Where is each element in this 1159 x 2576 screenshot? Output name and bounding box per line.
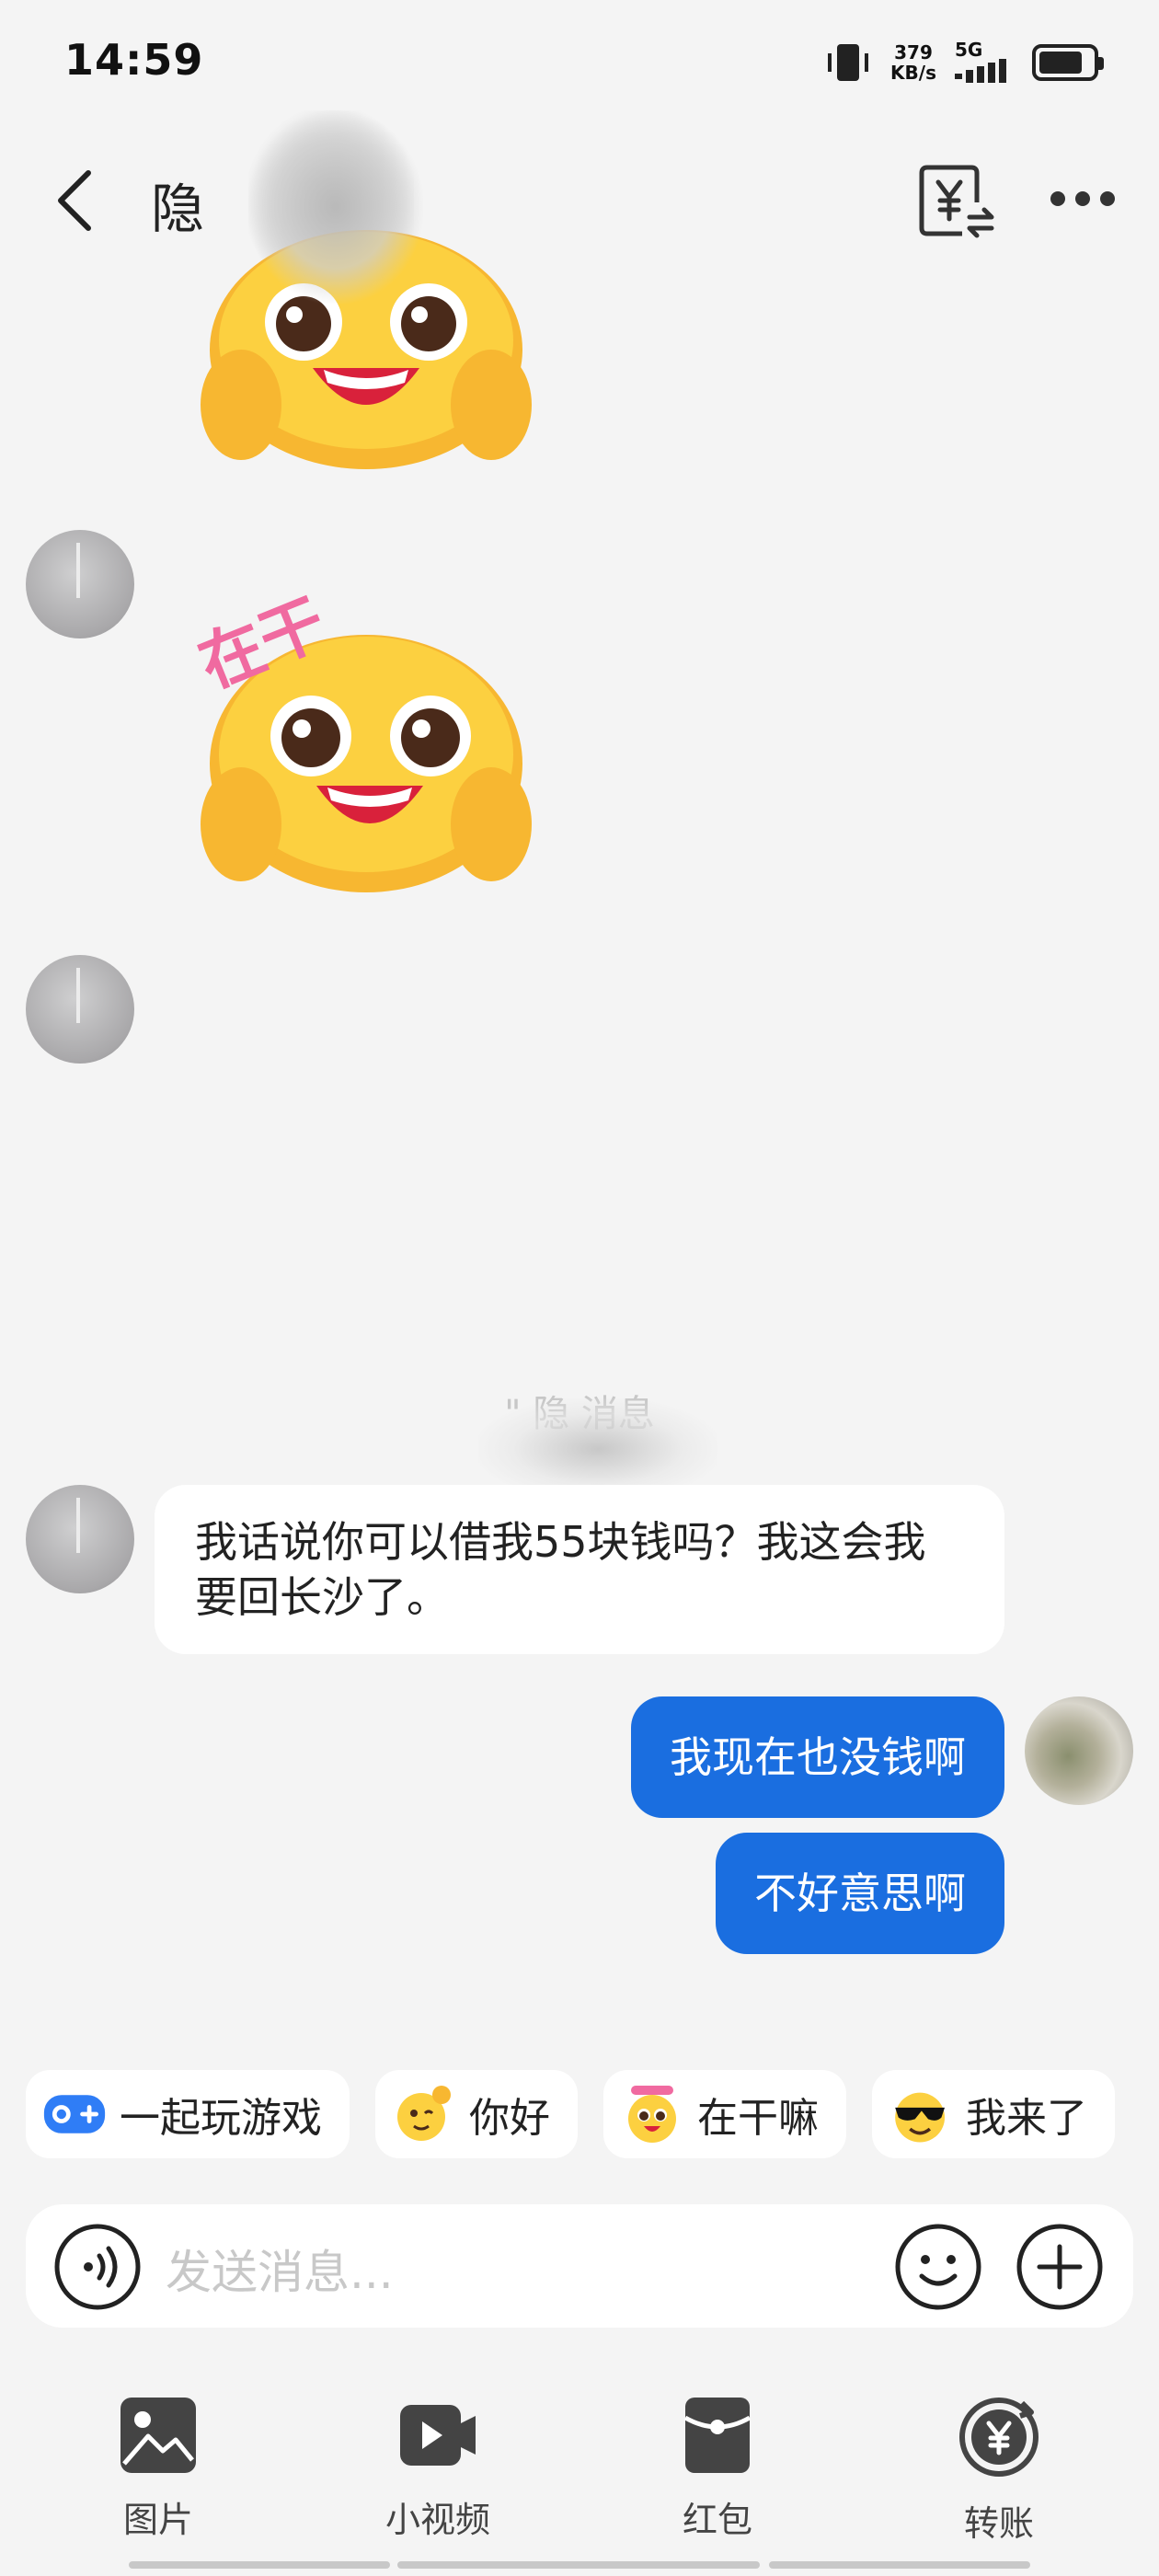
- toolbar-transfer-button[interactable]: 转账: [907, 2396, 1091, 2546]
- hi-emoji-icon: [392, 2082, 456, 2146]
- contact-avatar[interactable]: [26, 530, 134, 638]
- image-icon: [120, 2398, 196, 2473]
- sticker-emoji-icon: [620, 2082, 684, 2146]
- back-button[interactable]: [48, 164, 107, 237]
- status-icons: 379 KB/s 5G: [824, 37, 1104, 88]
- status-time: 14:59: [64, 35, 204, 85]
- toolbar-red-packet-button[interactable]: 红包: [625, 2396, 809, 2542]
- voice-icon: [54, 2224, 141, 2310]
- video-icon: [400, 2405, 476, 2466]
- gamepad-icon: [42, 2082, 107, 2146]
- chevron-left-icon: [58, 170, 91, 231]
- quick-reply-hello[interactable]: 你好: [375, 2070, 578, 2158]
- self-avatar[interactable]: [1025, 1696, 1133, 1805]
- red-packet-icon: [683, 2398, 752, 2473]
- gesture-bar: [397, 2561, 760, 2569]
- sticker-message[interactable]: 在干: [189, 586, 545, 902]
- redaction-blur: [248, 110, 423, 304]
- toolbar-video-button[interactable]: 小视频: [346, 2396, 530, 2542]
- quick-reply-bar: 一起玩游戏 你好 在干嘛 我来了: [26, 2070, 1115, 2158]
- contact-avatar[interactable]: [26, 1485, 134, 1593]
- transfer-header-button[interactable]: [914, 162, 997, 245]
- more-dots-icon: [1050, 191, 1115, 206]
- yuan-transfer-icon: [959, 2398, 1039, 2477]
- signal-icon: [955, 59, 1006, 83]
- emoji-button[interactable]: [894, 2223, 982, 2311]
- happy-face-sticker-icon: 在干: [189, 586, 532, 892]
- vibrate-icon: [828, 44, 869, 81]
- quick-reply-what-doing[interactable]: 在干嘛: [603, 2070, 846, 2158]
- plus-circle-icon: [1016, 2224, 1103, 2310]
- gesture-bar: [129, 2561, 390, 2569]
- quick-reply-coming[interactable]: 我来了: [872, 2070, 1115, 2158]
- voice-button[interactable]: [53, 2223, 142, 2311]
- signal-indicator: 5G: [955, 40, 1014, 85]
- gesture-bar: [769, 2561, 1030, 2569]
- smiley-icon: [895, 2224, 981, 2310]
- outgoing-message[interactable]: 我现在也没钱啊: [631, 1696, 1004, 1818]
- contact-avatar[interactable]: [26, 955, 134, 1064]
- toolbar-image-button[interactable]: 图片: [66, 2396, 250, 2542]
- message-input[interactable]: 发送消息...: [166, 2236, 394, 2302]
- yuan-receipt-icon: [919, 165, 994, 238]
- sunglasses-emoji-icon: [889, 2082, 953, 2146]
- outgoing-message[interactable]: 不好意思啊: [716, 1833, 1004, 1954]
- incoming-message[interactable]: 我话说你可以借我55块钱吗？我这会我要回长沙了。: [155, 1485, 1004, 1654]
- more-actions-button[interactable]: [1016, 2223, 1104, 2311]
- quick-reply-play-game[interactable]: 一起玩游戏: [26, 2070, 350, 2158]
- battery-icon: [1032, 44, 1104, 81]
- more-button[interactable]: [1041, 162, 1124, 245]
- network-speed: 379 KB/s: [890, 41, 936, 84]
